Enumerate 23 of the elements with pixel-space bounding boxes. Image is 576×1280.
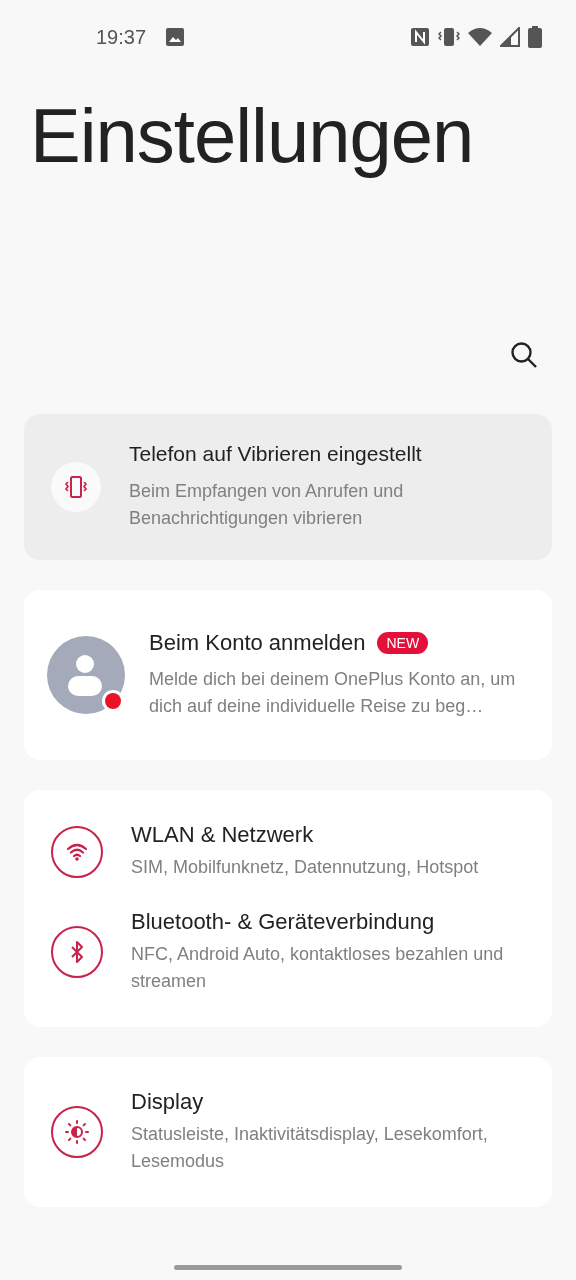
settings-item[interactable]: Bluetooth- & Geräteverbindung NFC, Android Auto, kontaktloses bezahlen und streamen <box>24 895 552 1009</box>
account-text: Melde dich bei deinem OnePlus Konto an, um dich auf deine individuelle Reise zu beg… <box>149 668 517 718</box>
wifi-icon <box>66 842 88 861</box>
clock: 19:37 <box>96 25 147 49</box>
battery-icon <box>528 26 542 48</box>
signal-icon <box>500 27 520 47</box>
vibrate-icon <box>64 476 88 498</box>
settings-item[interactable]: WLAN & Netzwerk SIM, Mobilfunknetz, Datennutzung, Hotspot <box>24 808 552 895</box>
notice-title: Telefon auf Vibrieren eingestellt <box>129 442 423 466</box>
page-title: Einstellungen <box>30 92 475 179</box>
search-icon <box>510 341 538 369</box>
home-indicator[interactable] <box>174 1264 402 1270</box>
new-badge: NEW <box>377 632 429 654</box>
notification-dot <box>102 690 124 712</box>
nfc-icon <box>410 27 430 47</box>
notice-text: Beim Empfangen von Anrufen und Benachrichtigungen vibrieren <box>129 480 405 530</box>
wifi-icon <box>468 27 492 47</box>
avatar-icon <box>47 636 125 714</box>
vibrate-icon <box>438 27 460 47</box>
image-icon <box>166 28 185 46</box>
account-title: Beim Konto anmelden <box>149 630 366 656</box>
bluetooth-icon <box>70 940 84 964</box>
brightness-icon <box>65 1120 89 1144</box>
